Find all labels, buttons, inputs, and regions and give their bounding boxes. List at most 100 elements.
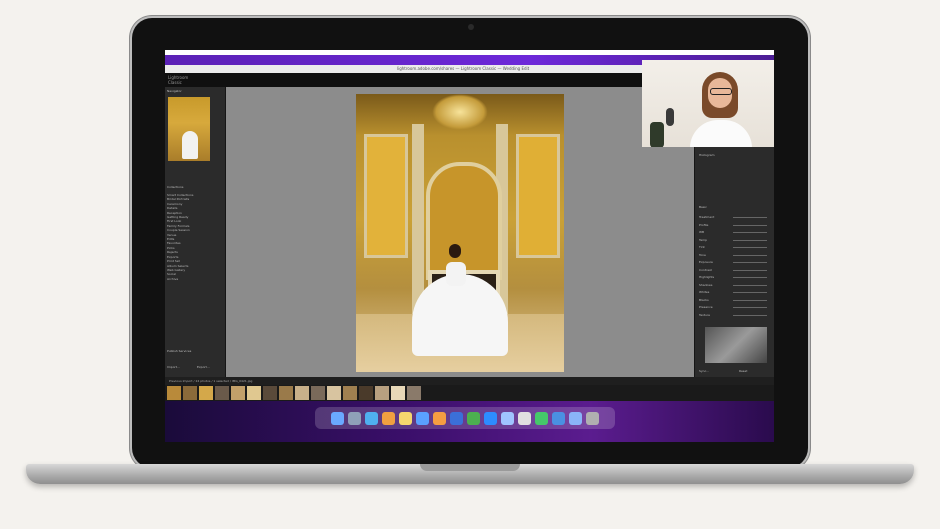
collection-item[interactable]: Archive xyxy=(167,277,221,281)
column xyxy=(412,124,424,314)
develop-slider[interactable] xyxy=(733,232,767,233)
glasses-icon xyxy=(710,88,732,95)
develop-row-label: Contrast xyxy=(699,267,712,272)
launchpad-icon[interactable] xyxy=(348,411,361,425)
develop-slider[interactable] xyxy=(733,254,767,256)
plant xyxy=(650,122,664,147)
develop-row-label: Shadows xyxy=(699,282,713,287)
filmstrip-thumbnail[interactable] xyxy=(295,386,309,400)
basic-label[interactable]: Basic xyxy=(699,205,707,209)
lightroom-icon[interactable] xyxy=(450,411,463,425)
filmstrip-thumbnail[interactable] xyxy=(279,386,293,400)
webcam-overlay xyxy=(642,60,774,147)
develop-slider[interactable] xyxy=(733,217,767,218)
reset-button[interactable]: Reset xyxy=(739,369,747,373)
filmstrip-thumbnail[interactable] xyxy=(247,386,261,400)
develop-row-label: Presence xyxy=(699,305,713,309)
filmstrip-thumbnail[interactable] xyxy=(343,386,357,400)
sync-button[interactable]: Sync... xyxy=(699,369,709,373)
develop-row-label: Blacks xyxy=(699,297,709,302)
preview-icon[interactable] xyxy=(501,411,514,425)
camera-icon xyxy=(468,24,474,30)
develop-slider[interactable] xyxy=(733,299,767,301)
filmstrip-thumbnail[interactable] xyxy=(391,386,405,400)
wall-panel xyxy=(516,134,560,258)
folder-icon[interactable] xyxy=(552,411,565,425)
pages-icon[interactable] xyxy=(433,411,446,425)
develop-slider[interactable] xyxy=(733,277,767,278)
screen: lightroom.adobe.com/shares — Lightroom C… xyxy=(165,50,774,442)
develop-slider[interactable] xyxy=(733,269,767,271)
notes-icon[interactable] xyxy=(399,411,412,425)
collections-list: Smart Collections Bridal Portraits Ceremon… xyxy=(167,193,221,281)
develop-row-label: Highlights xyxy=(699,275,715,279)
address-text: lightroom.adobe.com/shares — Lightroom C… xyxy=(397,66,530,71)
bride-thumb-shape xyxy=(182,131,198,159)
filmstrip-thumbnail[interactable] xyxy=(327,386,341,400)
wedding-photo[interactable] xyxy=(356,94,564,372)
laptop-notch xyxy=(420,464,520,471)
develop-slider[interactable] xyxy=(733,314,767,316)
trash-icon[interactable] xyxy=(586,411,599,425)
navigator-label: Navigator xyxy=(167,89,182,93)
filmstrip-thumbnail[interactable] xyxy=(407,386,421,400)
develop-row-label: Tone xyxy=(699,252,706,257)
develop-row-label: Texture xyxy=(699,312,710,317)
develop-row-label: WB xyxy=(699,230,705,234)
chandelier xyxy=(432,94,488,130)
filmstrip-thumbnail[interactable] xyxy=(167,386,181,400)
histogram xyxy=(705,327,767,363)
dock xyxy=(315,407,615,429)
develop-slider[interactable] xyxy=(733,292,767,293)
bride-head xyxy=(449,244,461,258)
filmstrip xyxy=(165,385,774,401)
files-icon[interactable] xyxy=(518,411,531,425)
develop-row-label: Whites xyxy=(699,290,710,294)
filmstrip-thumbnail[interactable] xyxy=(231,386,245,400)
develop-row-label: Treatment xyxy=(699,215,715,219)
laptop-base xyxy=(26,464,914,484)
publish-label[interactable]: Publish Services xyxy=(167,349,191,353)
wall-panel xyxy=(364,134,408,258)
logo-line2: Classic xyxy=(168,80,182,85)
lamp xyxy=(666,108,674,126)
filmstrip-thumbnail[interactable] xyxy=(263,386,277,400)
collections-label[interactable]: Collections xyxy=(167,185,183,189)
filmstrip-thumbnail[interactable] xyxy=(359,386,373,400)
desktop-background xyxy=(165,401,774,442)
develop-row-label: Exposure xyxy=(699,260,713,264)
lightroom-logo: Lightroom Classic xyxy=(168,75,188,85)
develop-slider[interactable] xyxy=(733,307,767,308)
filmstrip-thumbnail[interactable] xyxy=(215,386,229,400)
develop-slider[interactable] xyxy=(733,247,767,248)
chrome-icon[interactable] xyxy=(467,411,480,425)
arched-mirror xyxy=(426,162,502,280)
develop-row-label: Temp xyxy=(699,237,707,242)
mail-icon[interactable] xyxy=(416,411,429,425)
messages-icon[interactable] xyxy=(535,411,548,425)
filmstrip-thumbnail[interactable] xyxy=(375,386,389,400)
filmstrip-info: Previous Import / 24 photos / 1 selected… xyxy=(169,379,253,383)
finder-icon[interactable] xyxy=(331,411,344,425)
downloads-icon[interactable] xyxy=(569,411,582,425)
filmstrip-thumbnail[interactable] xyxy=(199,386,213,400)
left-panel: Navigator Collections Smart Collections B… xyxy=(165,87,226,377)
develop-slider[interactable] xyxy=(733,284,767,286)
histogram-label[interactable]: Histogram xyxy=(699,153,715,157)
navigator-thumbnail[interactable] xyxy=(168,97,210,161)
bride-torso xyxy=(446,262,466,286)
photos-icon[interactable] xyxy=(382,411,395,425)
filmstrip-thumbnail[interactable] xyxy=(183,386,197,400)
develop-row-label: Profile xyxy=(699,222,709,227)
export-button[interactable]: Export... xyxy=(197,365,210,369)
zoom-icon[interactable] xyxy=(484,411,497,425)
develop-slider[interactable] xyxy=(733,262,767,263)
develop-slider[interactable] xyxy=(733,239,767,241)
presenter-shirt xyxy=(690,120,752,147)
develop-row-label: Tint xyxy=(699,245,705,249)
develop-slider[interactable] xyxy=(733,224,767,226)
import-button[interactable]: Import... xyxy=(167,365,180,369)
loupe-view[interactable] xyxy=(226,87,694,377)
safari-icon[interactable] xyxy=(365,411,378,425)
filmstrip-thumbnail[interactable] xyxy=(311,386,325,400)
